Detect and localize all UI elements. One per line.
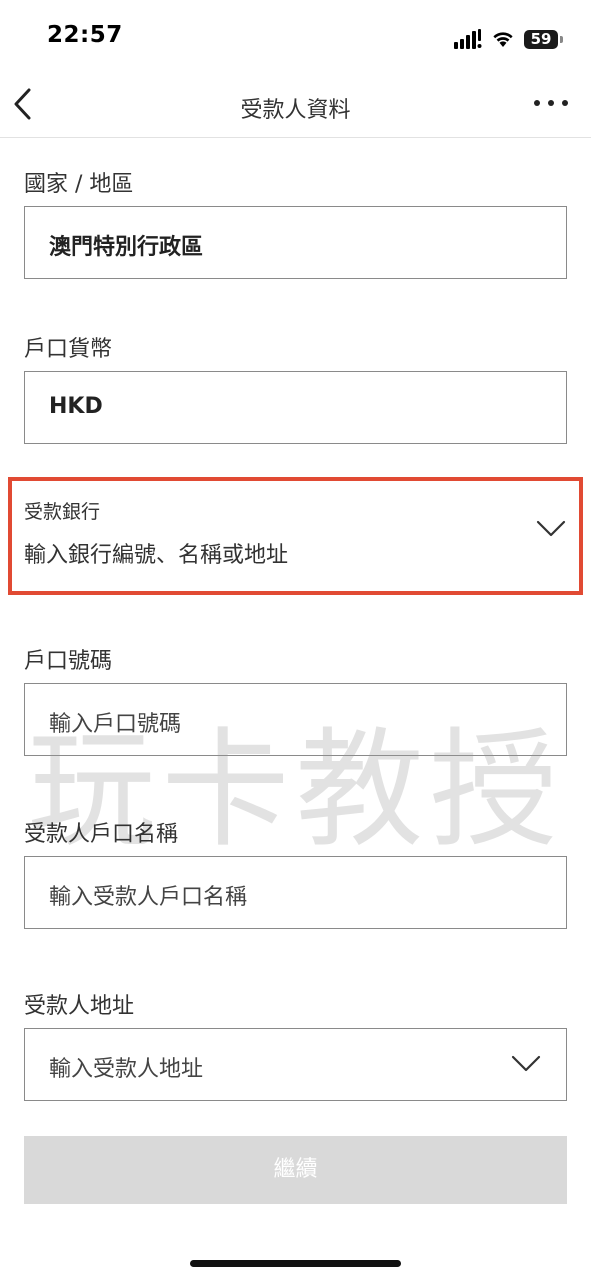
address-placeholder: 輸入受款人地址: [49, 1057, 204, 1082]
account-name-placeholder: 輸入受款人戶口名稱: [49, 885, 248, 910]
account-number-label: 戶口號碼: [24, 649, 113, 674]
status-bar: 22:57 59: [0, 0, 591, 76]
chevron-down-icon[interactable]: [511, 1055, 541, 1073]
currency-label: 戶口貨幣: [24, 337, 113, 362]
country-field[interactable]: 澳門特別行政區: [24, 206, 567, 279]
home-indicator: [190, 1260, 401, 1267]
account-name-input[interactable]: 輸入受款人戶口名稱: [24, 856, 567, 929]
bank-placeholder: 輸入銀行編號、名稱或地址: [24, 543, 289, 568]
battery-level: 59: [530, 29, 552, 48]
screen: 22:57 59 受款人資料 國家 / 地區 澳門特別行政區 戶口貨幣 HKD …: [0, 0, 591, 1280]
account-number-placeholder: 輸入戶口號碼: [49, 712, 182, 737]
wifi-icon: [493, 32, 513, 47]
account-name-label: 受款人戶口名稱: [24, 822, 179, 847]
battery-icon: 59: [524, 29, 558, 49]
navigation-bar: 受款人資料: [0, 76, 591, 138]
ellipsis-icon[interactable]: [533, 96, 569, 110]
bank-label: 受款銀行: [24, 501, 101, 523]
currency-value: HKD: [49, 394, 103, 419]
account-number-input[interactable]: 輸入戶口號碼: [24, 683, 567, 756]
status-icons: 59: [454, 26, 563, 52]
country-value: 澳門特別行政區: [49, 235, 204, 260]
page-title: 受款人資料: [240, 98, 351, 123]
status-time: 22:57: [47, 22, 123, 48]
continue-button[interactable]: 繼續: [24, 1136, 567, 1204]
cellular-signal-icon: [454, 29, 482, 49]
address-select[interactable]: 輸入受款人地址: [24, 1028, 567, 1101]
country-label: 國家 / 地區: [24, 172, 134, 197]
currency-field[interactable]: HKD: [24, 371, 567, 444]
battery-cap: [560, 35, 563, 43]
bank-select[interactable]: [8, 477, 583, 595]
chevron-down-icon[interactable]: [536, 520, 566, 538]
address-label: 受款人地址: [24, 994, 135, 1019]
